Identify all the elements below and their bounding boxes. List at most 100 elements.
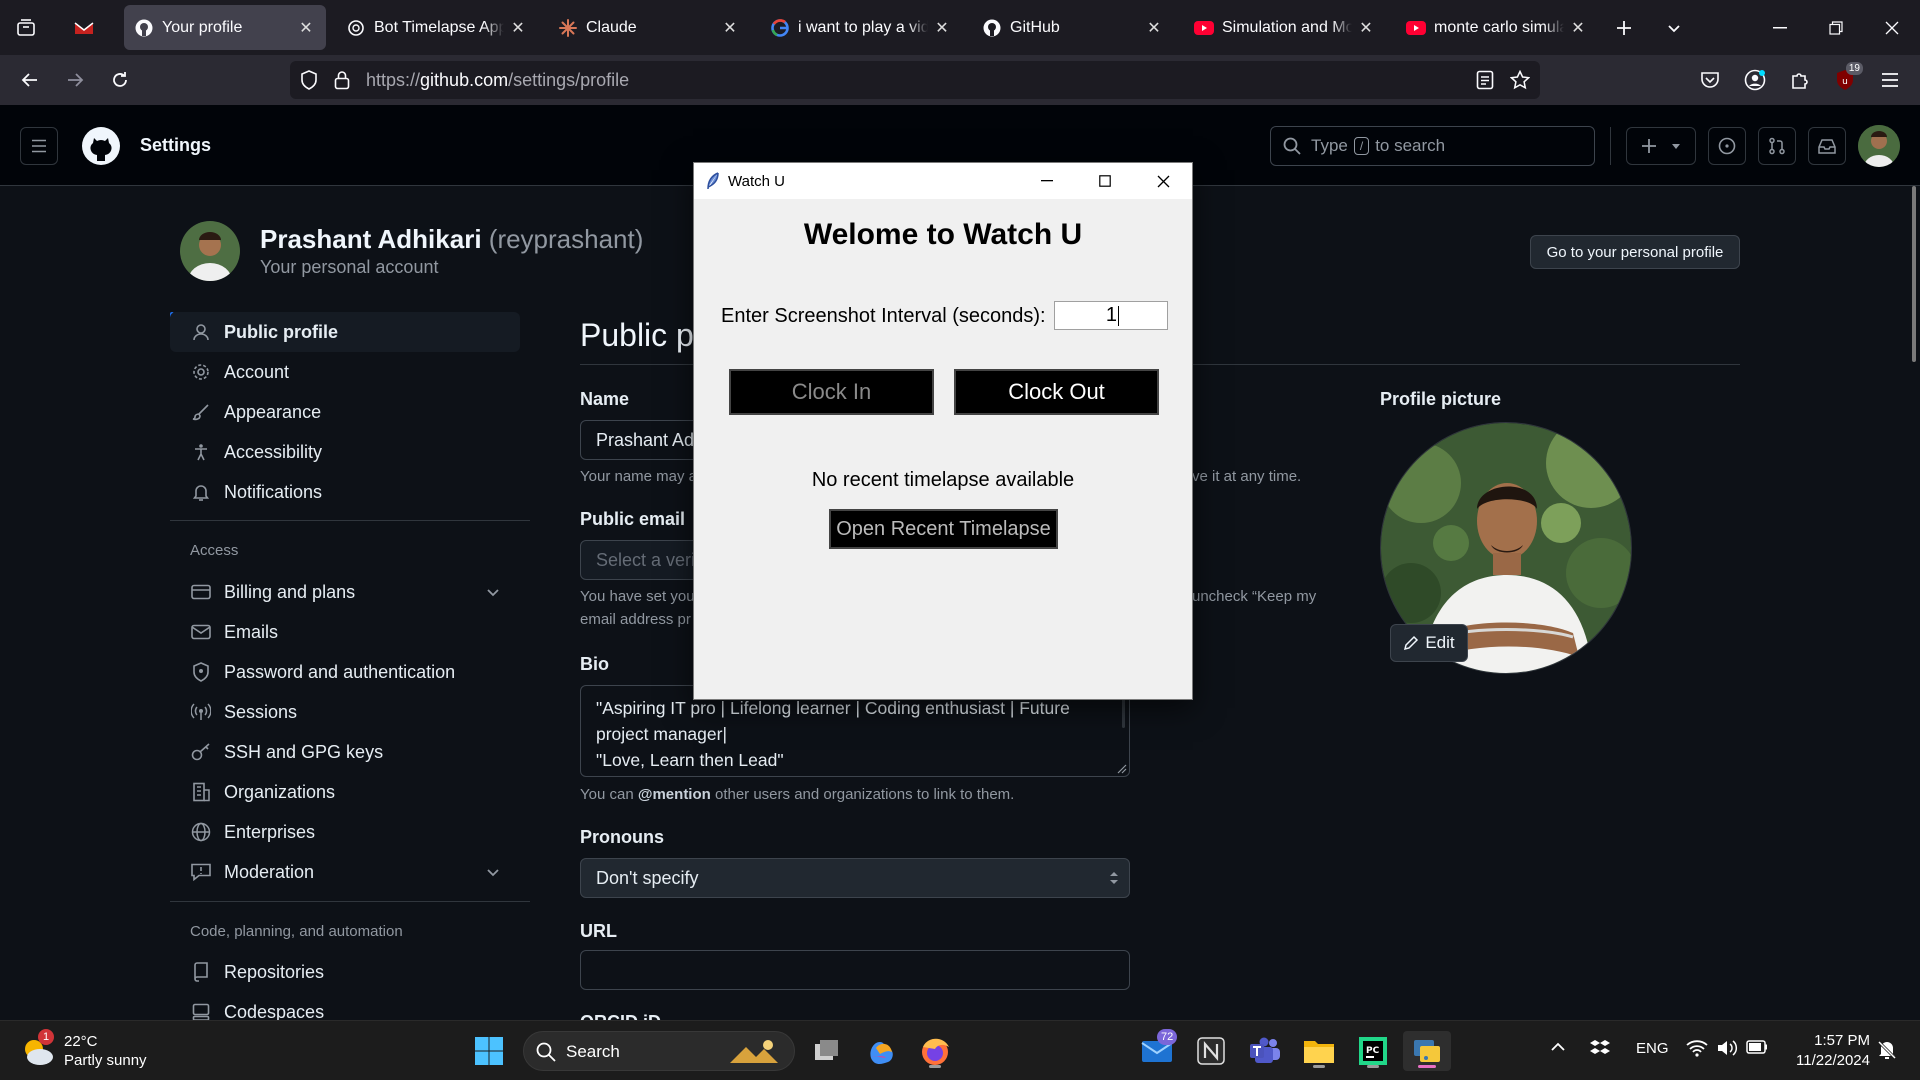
github-icon xyxy=(134,18,154,38)
resize-handle-icon[interactable] xyxy=(1115,762,1127,774)
sidebar-item-repositories[interactable]: Repositories xyxy=(170,952,520,992)
sidebar-item-billing[interactable]: Billing and plans xyxy=(170,572,520,612)
tab-bot-timelapse[interactable]: Bot Timelapse App ✕ xyxy=(336,5,538,50)
chevron-down-icon[interactable] xyxy=(486,585,500,599)
task-view-icon[interactable] xyxy=(807,1031,847,1071)
close-icon[interactable]: ✕ xyxy=(1356,18,1376,38)
wifi-icon[interactable] xyxy=(1686,1039,1708,1057)
go-to-personal-profile-button[interactable]: Go to your personal profile xyxy=(1530,235,1740,269)
menu-hamburger-icon[interactable] xyxy=(1870,60,1910,100)
sidebar-item-accessibility[interactable]: Accessibility xyxy=(170,432,520,472)
close-icon[interactable]: ✕ xyxy=(1144,18,1164,38)
reader-view-icon[interactable] xyxy=(1476,70,1494,90)
tab-simulation[interactable]: Simulation and Modeling ✕ xyxy=(1184,5,1386,50)
url-input[interactable] xyxy=(580,950,1130,990)
sidebar-item-emails[interactable]: Emails xyxy=(170,612,520,652)
mail-app-icon[interactable]: 72 xyxy=(1137,1029,1178,1071)
tab-label: Your profile xyxy=(162,18,243,36)
notification-bell-icon[interactable] xyxy=(1876,1039,1898,1061)
tab-your-profile[interactable]: Your profile ✕ xyxy=(124,5,326,50)
firefox-icon[interactable] xyxy=(915,1031,955,1071)
sidebar-item-public-profile[interactable]: Public profile xyxy=(170,312,520,352)
create-new-button[interactable] xyxy=(1626,127,1696,165)
issues-icon[interactable] xyxy=(1708,127,1746,165)
account-icon[interactable] xyxy=(1735,60,1775,100)
tab-overflow-chevron-icon[interactable] xyxy=(1654,8,1694,48)
pocket-icon[interactable] xyxy=(1690,60,1730,100)
pycharm-icon[interactable]: PC xyxy=(1353,1031,1393,1071)
close-icon[interactable] xyxy=(1134,163,1192,199)
sidebar-item-organizations[interactable]: Organizations xyxy=(170,772,520,812)
open-recent-timelapse-button[interactable]: Open Recent Timelapse xyxy=(829,509,1058,549)
show-hidden-icons-chevron-icon[interactable] xyxy=(1550,1041,1566,1053)
sidebar-item-password[interactable]: Password and authentication xyxy=(170,652,520,692)
tab-gmail[interactable] xyxy=(64,5,100,50)
pull-requests-icon[interactable] xyxy=(1758,127,1796,165)
inbox-icon[interactable] xyxy=(1808,127,1846,165)
github-search-input[interactable]: Type / to search xyxy=(1270,126,1595,166)
weather-widget[interactable]: 1 22°C Partly sunny xyxy=(20,1029,170,1071)
reload-icon[interactable] xyxy=(100,60,140,100)
tracking-shield-icon[interactable] xyxy=(300,70,318,90)
sidebar-item-moderation[interactable]: Moderation xyxy=(170,852,520,892)
windows-start-icon[interactable] xyxy=(469,1031,509,1071)
volume-icon[interactable] xyxy=(1716,1039,1738,1057)
extensions-puzzle-icon[interactable] xyxy=(1780,60,1820,100)
sidebar-item-codespaces[interactable]: Codespaces xyxy=(170,992,520,1020)
file-explorer-icon[interactable] xyxy=(1299,1031,1339,1071)
github-logo-icon[interactable] xyxy=(81,126,121,166)
sidebar-item-appearance[interactable]: Appearance xyxy=(170,392,520,432)
ublock-extension-icon[interactable]: u 19 xyxy=(1825,60,1865,100)
name-note: Your name may a xyxy=(580,468,698,485)
sidebar-item-sessions[interactable]: Sessions xyxy=(170,692,520,732)
watch-u-titlebar[interactable]: Watch U xyxy=(694,163,1192,199)
back-arrow-icon[interactable] xyxy=(10,60,50,100)
minimize-icon[interactable] xyxy=(1018,163,1076,199)
maximize-icon[interactable] xyxy=(1076,163,1134,199)
minimize-icon[interactable] xyxy=(1752,0,1808,55)
bio-note: You can @mention other users and organiz… xyxy=(580,783,1014,806)
copilot-icon[interactable] xyxy=(861,1031,901,1071)
tab-monte-carlo[interactable]: monte carlo simulation ✕ xyxy=(1396,5,1598,50)
clock[interactable]: 1:57 PM 11/22/2024 xyxy=(1784,1031,1870,1071)
edit-picture-button[interactable]: Edit xyxy=(1390,624,1468,662)
textarea-scrollbar[interactable] xyxy=(1122,698,1125,728)
battery-icon[interactable] xyxy=(1746,1040,1768,1054)
python-app-icon[interactable] xyxy=(1403,1031,1451,1071)
bookmark-star-icon[interactable] xyxy=(1510,70,1530,90)
notion-icon[interactable] xyxy=(1191,1031,1231,1071)
interval-input[interactable]: 1 xyxy=(1054,301,1168,330)
close-window-icon[interactable] xyxy=(1864,0,1920,55)
teams-icon[interactable] xyxy=(1245,1031,1285,1071)
dropbox-icon[interactable] xyxy=(1590,1039,1610,1057)
chevron-down-icon[interactable] xyxy=(486,865,500,879)
new-tab-button[interactable] xyxy=(1604,8,1644,48)
sidebar-item-notifications[interactable]: Notifications xyxy=(170,472,520,512)
header-title[interactable]: Settings xyxy=(140,135,211,156)
tab-claude[interactable]: Claude ✕ xyxy=(548,5,750,50)
taskbar-search-box[interactable]: Search xyxy=(523,1031,795,1071)
close-icon[interactable]: ✕ xyxy=(296,18,316,38)
forward-arrow-icon[interactable] xyxy=(55,60,95,100)
close-icon[interactable]: ✕ xyxy=(1568,18,1588,38)
sidebar-item-enterprises[interactable]: Enterprises xyxy=(170,812,520,852)
tab-google-search[interactable]: i want to play a video ✕ xyxy=(760,5,962,50)
language-indicator[interactable]: ENG xyxy=(1636,1040,1669,1057)
clock-out-button[interactable]: Clock Out xyxy=(954,369,1159,415)
url-bar[interactable]: https://github.com/settings/profile xyxy=(290,61,1540,99)
restore-icon[interactable] xyxy=(1808,0,1864,55)
tab-list-icon[interactable] xyxy=(6,8,46,48)
close-icon[interactable]: ✕ xyxy=(720,18,740,38)
tab-github[interactable]: GitHub ✕ xyxy=(972,5,1174,50)
pronouns-select[interactable]: Don't specify xyxy=(580,858,1130,898)
url-text[interactable]: https://github.com/settings/profile xyxy=(366,70,629,91)
close-icon[interactable]: ✕ xyxy=(508,18,528,38)
lock-icon[interactable] xyxy=(334,70,350,90)
clock-in-button[interactable]: Clock In xyxy=(729,369,934,415)
avatar[interactable] xyxy=(1858,125,1900,167)
hamburger-menu-icon[interactable] xyxy=(20,127,58,165)
sidebar-item-ssh-gpg[interactable]: SSH and GPG keys xyxy=(170,732,520,772)
sidebar-item-account[interactable]: Account xyxy=(170,352,520,392)
close-icon[interactable]: ✕ xyxy=(932,18,952,38)
page-scrollbar[interactable] xyxy=(1912,186,1916,362)
